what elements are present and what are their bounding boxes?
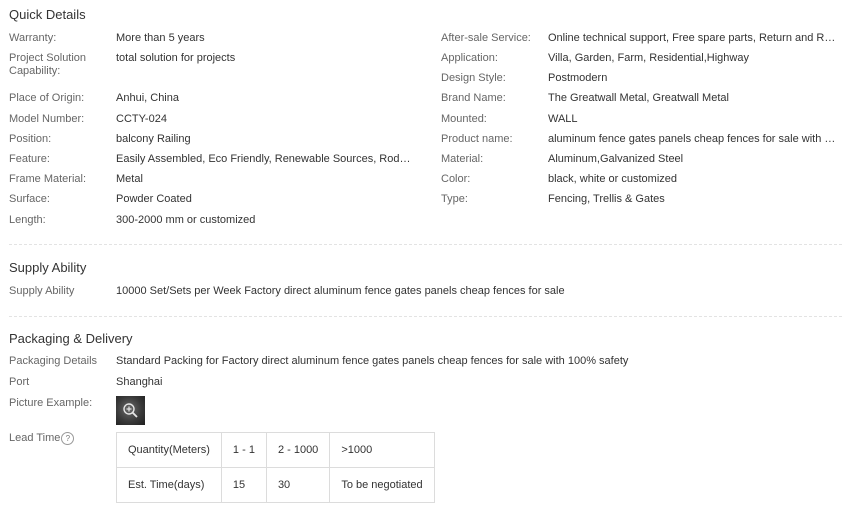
length-label: Length: xyxy=(9,214,46,226)
quick-details-title: Quick Details xyxy=(9,7,86,22)
picture-example-label: Picture Example: xyxy=(9,397,93,409)
surface-value: Powder Coated xyxy=(116,193,192,205)
table-cell: 30 xyxy=(265,467,331,503)
table-cell: 2 - 1000 xyxy=(265,432,331,468)
position-label: Position: xyxy=(9,133,52,145)
port-value: Shanghai xyxy=(116,376,163,388)
product-name-label: Product name: xyxy=(441,133,513,145)
application-label: Application: xyxy=(441,52,498,64)
lead-time-label-group: Lead Time? xyxy=(9,432,75,445)
packaging-delivery-title: Packaging & Delivery xyxy=(9,331,133,346)
picture-example-thumbnail[interactable] xyxy=(116,396,145,425)
feature-value: Easily Assembled, Eco Friendly, Renewabl… xyxy=(116,153,416,165)
table-row: Quantity(Meters) 1 - 1 2 - 1000 >1000 xyxy=(116,432,435,468)
table-cell: >1000 xyxy=(329,432,435,468)
place-of-origin-label: Place of Origin: xyxy=(9,92,85,104)
project-solution-value: total solution for projects xyxy=(116,52,236,64)
packaging-details-value: Standard Packing for Factory direct alum… xyxy=(116,355,629,367)
material-label: Material: xyxy=(441,153,484,165)
project-solution-label: Project Solution Capability: xyxy=(9,52,87,77)
model-number-value: CCTY-024 xyxy=(116,113,167,125)
supply-ability-value: 10000 Set/Sets per Week Factory direct a… xyxy=(116,285,565,297)
lead-time-label: Lead Time xyxy=(9,432,61,444)
warranty-value: More than 5 years xyxy=(116,32,205,44)
lead-time-table: Quantity(Meters) 1 - 1 2 - 1000 >1000 Es… xyxy=(116,432,435,503)
after-sale-service-label: After-sale Service: xyxy=(441,32,531,44)
design-style-value: Postmodern xyxy=(548,72,608,84)
application-value: Villa, Garden, Farm, Residential,Highway xyxy=(548,52,749,64)
table-cell: Quantity(Meters) xyxy=(116,432,222,468)
section-divider xyxy=(9,244,842,245)
port-label: Port xyxy=(9,376,30,388)
zoom-in-icon xyxy=(123,403,138,418)
supply-ability-title: Supply Ability xyxy=(9,260,87,275)
place-of-origin-value: Anhui, China xyxy=(116,92,179,104)
surface-label: Surface: xyxy=(9,193,50,205)
frame-material-label: Frame Material: xyxy=(9,173,87,185)
mounted-label: Mounted: xyxy=(441,113,487,125)
table-cell: To be negotiated xyxy=(329,467,435,503)
table-cell: 15 xyxy=(220,467,267,503)
table-cell: 1 - 1 xyxy=(220,432,267,468)
product-name-value: aluminum fence gates panels cheap fences… xyxy=(548,133,838,145)
frame-material-value: Metal xyxy=(116,173,143,185)
type-value: Fencing, Trellis & Gates xyxy=(548,193,665,205)
warranty-label: Warranty: xyxy=(9,32,57,44)
color-label: Color: xyxy=(441,173,471,185)
table-row: Est. Time(days) 15 30 To be negotiated xyxy=(116,467,435,503)
length-value: 300-2000 mm or customized xyxy=(116,214,256,226)
position-value: balcony Railing xyxy=(116,133,191,145)
help-icon[interactable]: ? xyxy=(61,432,75,445)
table-cell: Est. Time(days) xyxy=(116,467,222,503)
color-value: black, white or customized xyxy=(548,173,677,185)
mounted-value: WALL xyxy=(548,113,578,125)
supply-ability-label: Supply Ability xyxy=(9,285,75,297)
model-number-label: Model Number: xyxy=(9,113,85,125)
brand-name-value: The Greatwall Metal, Greatwall Metal xyxy=(548,92,729,104)
after-sale-service-value: Online technical support, Free spare par… xyxy=(548,32,838,44)
material-value: Aluminum,Galvanized Steel xyxy=(548,153,684,165)
feature-label: Feature: xyxy=(9,153,50,165)
brand-name-label: Brand Name: xyxy=(441,92,506,104)
design-style-label: Design Style: xyxy=(441,72,506,84)
type-label: Type: xyxy=(441,193,468,205)
packaging-details-label: Packaging Details xyxy=(9,355,98,367)
section-divider xyxy=(9,316,842,317)
